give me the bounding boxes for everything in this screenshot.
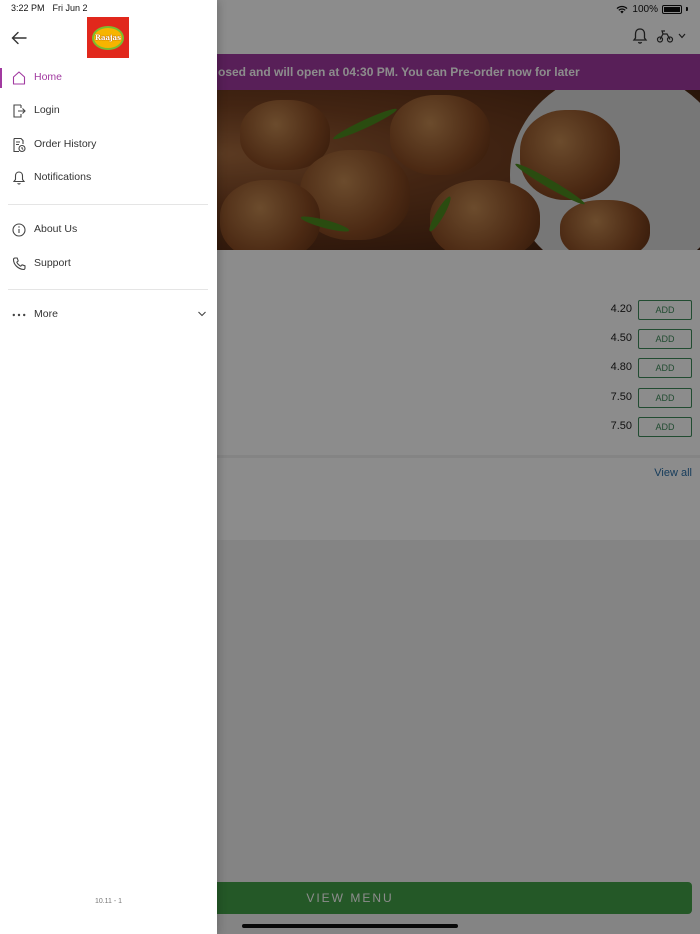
phone-icon <box>12 257 26 271</box>
drawer-divider <box>8 204 208 205</box>
nav-item-order-history[interactable]: Order History <box>0 130 217 160</box>
active-indicator <box>0 68 2 88</box>
login-icon <box>13 104 26 118</box>
status-time-text: 3:22 PM <box>11 3 45 13</box>
home-icon <box>12 71 26 85</box>
app-version: 10.11 - 1 <box>94 898 123 905</box>
more-dots-icon <box>12 313 26 317</box>
nav-item-label: Order History <box>34 138 97 150</box>
nav-item-home[interactable]: Home <box>0 63 217 93</box>
restaurant-logo: Raajas <box>87 17 129 58</box>
info-icon <box>12 223 26 237</box>
nav-item-label: Notifications <box>34 171 92 183</box>
nav-item-label: Login <box>34 104 60 116</box>
side-drawer: 3:22 PM Fri Jun 2 Raajas Home Login Orde… <box>0 0 217 934</box>
nav-item-label: Home <box>34 71 63 83</box>
order-history-icon <box>13 137 26 153</box>
chevron-down-icon[interactable] <box>197 310 207 318</box>
status-date-text: Fri Jun 2 <box>52 3 88 13</box>
drawer-divider <box>8 289 208 290</box>
app-screen: 100% osed and will open at 04:30 PM. You… <box>0 0 700 934</box>
nav-item-more[interactable]: More <box>0 300 217 330</box>
logo-text: Raajas <box>94 33 122 42</box>
status-time: 3:22 PM Fri Jun 2 <box>11 3 88 13</box>
back-arrow-icon[interactable] <box>10 30 28 46</box>
nav-item-label: Support <box>34 257 71 269</box>
nav-item-label: More <box>34 308 58 320</box>
nav-item-about-us[interactable]: About Us <box>0 215 217 245</box>
bell-icon <box>12 171 26 185</box>
nav-item-login[interactable]: Login <box>0 96 217 126</box>
nav-item-notifications[interactable]: Notifications <box>0 163 217 193</box>
nav-item-label: About Us <box>34 223 78 235</box>
nav-item-support[interactable]: Support <box>0 249 217 279</box>
